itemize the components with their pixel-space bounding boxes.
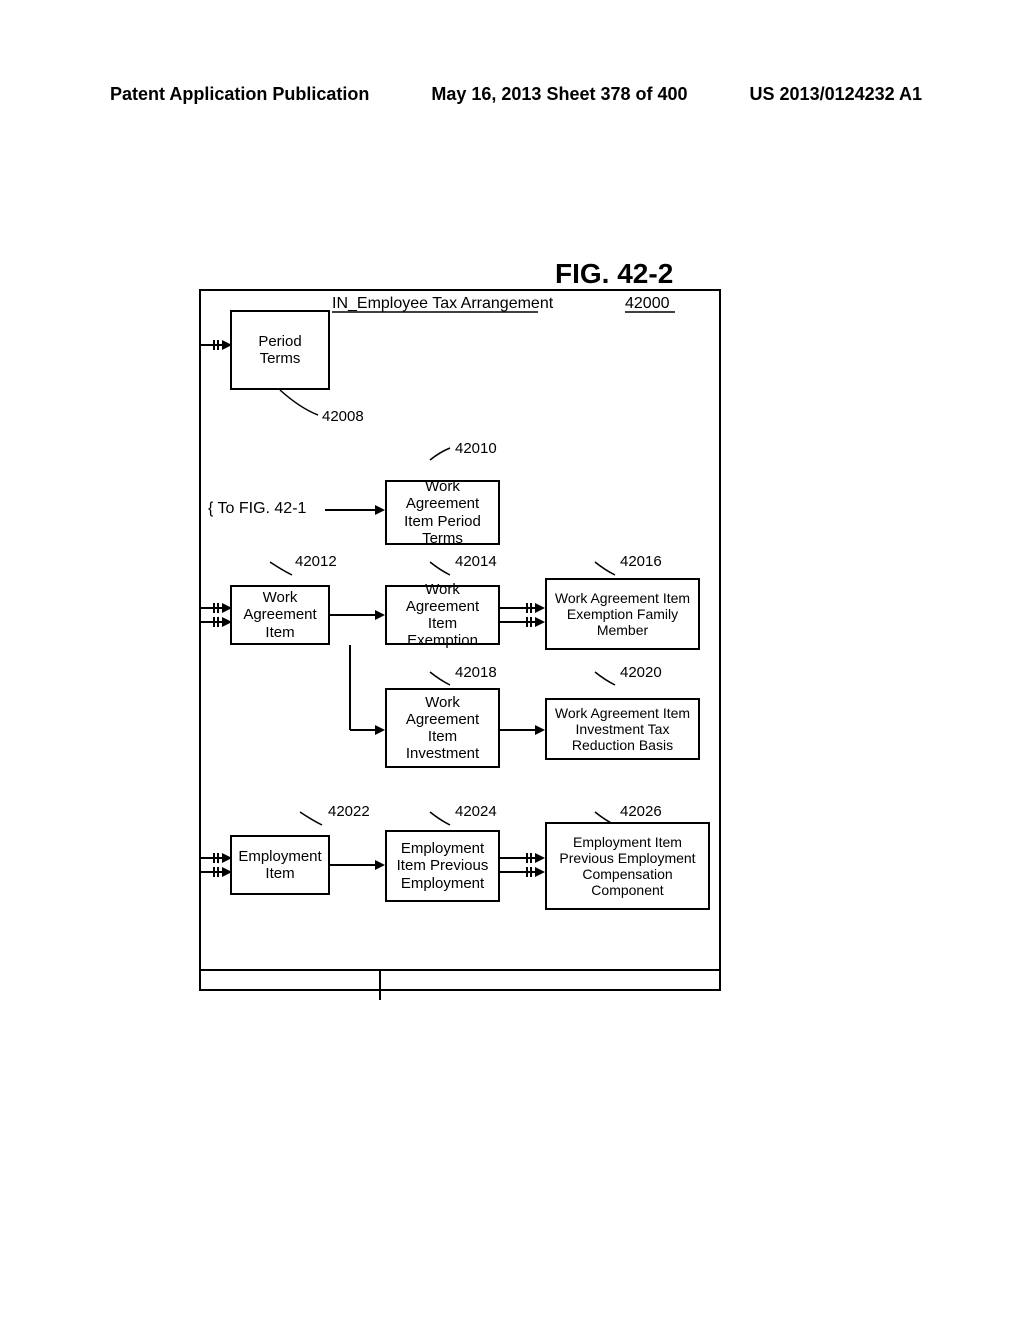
header-right: US 2013/0124232 A1 [750,84,922,105]
box-emp-item-label: Employment Item [236,848,324,883]
box-wai: Work Agreement Item [230,585,330,645]
diagram-canvas: IN_Employee Tax Arrangement 42000 Period… [200,290,720,1000]
figure-title: FIG. 42-2 [555,258,673,290]
header-center: May 16, 2013 Sheet 378 of 400 [431,84,687,105]
box-wai-period-terms-label: Work Agreement Item Period Terms [391,478,494,547]
box-period-terms: Period Terms [230,310,330,390]
ref-wai-investment: 42018 [455,664,497,681]
ref-wai-exemption: 42014 [455,553,497,570]
box-wai-period-terms: Work Agreement Item Period Terms [385,480,500,545]
box-wai-investment-label: Work Agreement Item Investment [391,694,494,763]
box-emp-prev-label: Employment Item Previous Employment [391,840,494,892]
root-title: IN_Employee Tax Arrangement [332,295,553,313]
box-wai-label: Work Agreement Item [236,589,324,641]
ref-emp-prev: 42024 [455,803,497,820]
box-emp-item: Employment Item [230,835,330,895]
root-ref: 42000 [625,295,670,313]
ref-wai-exemption-family: 42016 [620,553,662,570]
ref-emp-prev-comp: 42026 [620,803,662,820]
box-wai-inv-tax-basis: Work Agreement Item Investment Tax Reduc… [545,698,700,760]
box-wai-exemption: Work Agreement Item Exemption [385,585,500,645]
page: Patent Application Publication May 16, 2… [0,0,1024,1320]
box-wai-investment: Work Agreement Item Investment [385,688,500,768]
ref-wai-inv-tax-basis: 42020 [620,664,662,681]
box-wai-exemption-label: Work Agreement Item Exemption [391,581,494,650]
header: Patent Application Publication May 16, 2… [110,84,922,105]
box-emp-prev: Employment Item Previous Employment [385,830,500,902]
box-wai-exemption-family-label: Work Agreement Item Exemption Family Mem… [551,590,694,638]
ref-emp-item: 42022 [328,803,370,820]
box-period-terms-label: Period Terms [236,333,324,368]
ref-wai-period-terms: 42010 [455,440,497,457]
box-wai-inv-tax-basis-label: Work Agreement Item Investment Tax Reduc… [551,705,694,753]
ref-period-terms: 42008 [322,408,364,425]
ref-wai: 42012 [295,553,337,570]
box-emp-prev-comp: Employment Item Previous Employment Comp… [545,822,710,910]
header-left: Patent Application Publication [110,84,369,105]
box-wai-exemption-family: Work Agreement Item Exemption Family Mem… [545,578,700,650]
to-fig-label: { To FIG. 42-1 [208,500,306,518]
box-emp-prev-comp-label: Employment Item Previous Employment Comp… [551,834,704,898]
